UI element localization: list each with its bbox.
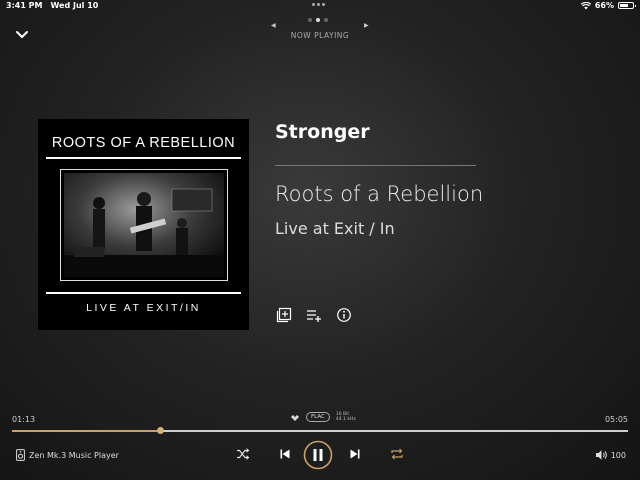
progress-fill bbox=[12, 430, 160, 432]
format-badge: FLAC bbox=[306, 412, 330, 422]
add-to-queue-icon[interactable] bbox=[306, 307, 322, 323]
total-duration: 05:05 bbox=[604, 415, 628, 424]
bit-depth-info: 16 Bit 44.1 kHz bbox=[336, 412, 356, 422]
progress-knob[interactable] bbox=[156, 427, 164, 434]
track-info-divider bbox=[275, 165, 476, 166]
album-art-title: ROOTS OF A REBELLION bbox=[51, 135, 236, 151]
elapsed-time: 01:13 bbox=[12, 415, 36, 424]
add-to-library-icon[interactable] bbox=[276, 307, 292, 323]
track-artist[interactable]: Roots of a Rebellion bbox=[275, 182, 483, 206]
album-art-subtitle: LIVE AT EXIT/IN bbox=[86, 302, 201, 314]
next-track-icon[interactable] bbox=[349, 448, 361, 460]
tidal-logo-icon bbox=[289, 414, 299, 421]
album-art-photo bbox=[60, 169, 228, 281]
multitasking-dots[interactable] bbox=[312, 3, 325, 6]
info-icon[interactable] bbox=[336, 307, 352, 323]
repeat-icon[interactable] bbox=[390, 448, 404, 460]
previous-track-icon[interactable] bbox=[279, 448, 291, 460]
sample-rate: 44.1 kHz bbox=[335, 417, 356, 422]
battery-percent: 66% bbox=[594, 1, 614, 10]
next-page-arrow-icon[interactable]: ▶ bbox=[364, 22, 369, 29]
page-dot[interactable] bbox=[308, 18, 312, 22]
status-time: 3:41 PM bbox=[6, 1, 43, 10]
now-playing-label: NOW PLAYING bbox=[290, 31, 350, 40]
audio-quality: FLAC 16 Bit 44.1 kHz bbox=[288, 412, 356, 422]
track-title: Stronger bbox=[275, 121, 370, 143]
volume-icon bbox=[595, 450, 607, 460]
album-art-divider bbox=[46, 157, 241, 159]
page-dot[interactable] bbox=[324, 18, 328, 22]
battery-icon bbox=[618, 2, 636, 9]
progress-bar[interactable] bbox=[12, 430, 628, 432]
status-bar-right: 66% bbox=[580, 1, 636, 10]
chevron-down-icon[interactable] bbox=[12, 26, 32, 42]
wifi-icon bbox=[580, 1, 591, 9]
speaker-device-icon bbox=[16, 449, 25, 461]
volume-level: 100 bbox=[610, 450, 626, 460]
album-art: ROOTS OF A REBELLION LIVE AT EXIT/IN bbox=[38, 119, 249, 330]
shuffle-icon[interactable] bbox=[236, 448, 250, 460]
volume-control[interactable]: 100 bbox=[595, 449, 626, 461]
prev-page-arrow-icon[interactable]: ◀ bbox=[271, 22, 276, 29]
status-date: Wed Jul 10 bbox=[50, 1, 99, 10]
device-name: Zen Mk.3 Music Player bbox=[29, 450, 119, 460]
page-dot[interactable] bbox=[316, 18, 320, 22]
pause-button[interactable] bbox=[303, 440, 333, 470]
track-album[interactable]: Live at Exit / In bbox=[275, 219, 395, 238]
page-indicator bbox=[308, 18, 328, 22]
album-art-divider-bottom bbox=[46, 292, 241, 294]
status-bar-left: 3:41 PM Wed Jul 10 bbox=[6, 1, 98, 10]
track-actions bbox=[276, 307, 352, 323]
output-device[interactable]: Zen Mk.3 Music Player bbox=[16, 449, 119, 461]
